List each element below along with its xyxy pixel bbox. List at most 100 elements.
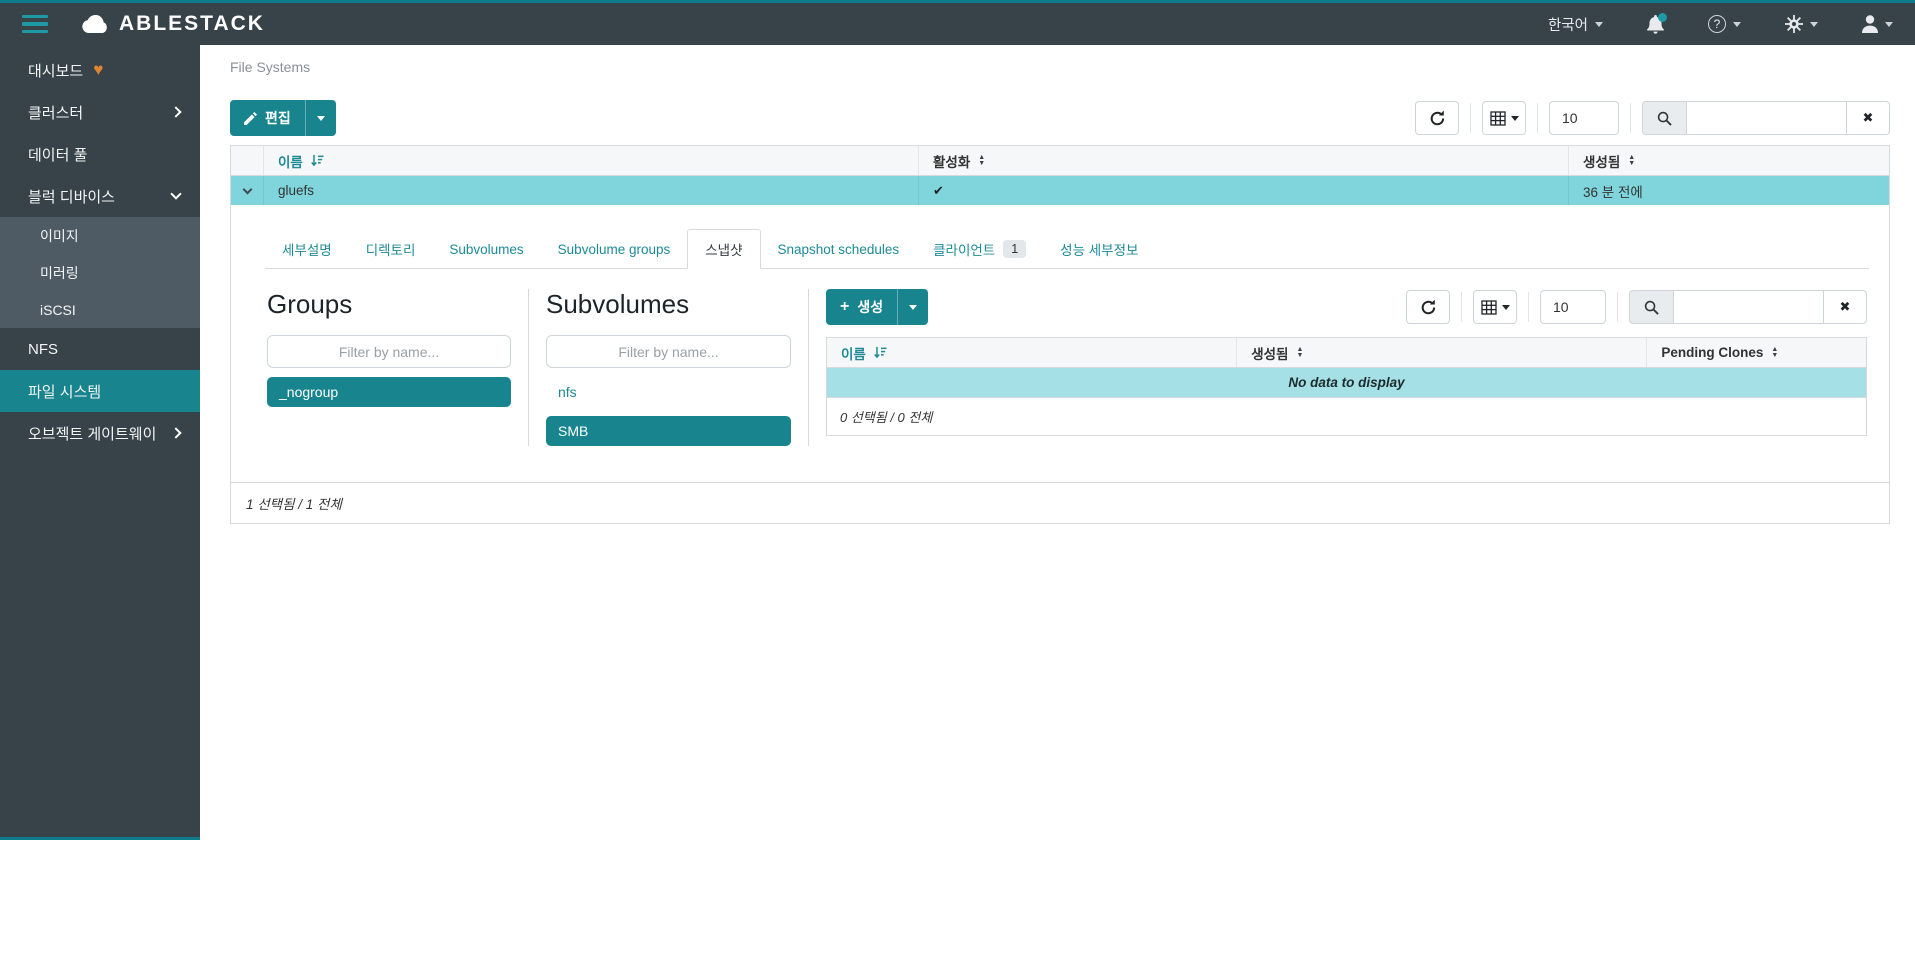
sidebar-item-dashboard[interactable]: 대시보드 ♥ xyxy=(0,49,200,91)
fs-name-value: gluefs xyxy=(278,183,314,198)
tab-label: Subvolumes xyxy=(449,242,523,257)
user-dropdown[interactable] xyxy=(1862,15,1893,33)
refresh-icon xyxy=(1420,299,1437,316)
brand-name: ABLESTACK xyxy=(119,12,265,36)
create-dropdown-caret[interactable] xyxy=(897,289,928,325)
edit-dropdown-caret[interactable] xyxy=(305,100,336,136)
main-content: File Systems 편집 xyxy=(200,45,1915,840)
fs-toolbar: 편집 xyxy=(230,97,1890,139)
empty-state-text: No data to display xyxy=(1288,375,1404,390)
close-icon: ✖ xyxy=(1840,299,1851,315)
chevron-down-icon xyxy=(317,116,325,121)
help-icon: ? xyxy=(1708,15,1726,33)
column-header-created[interactable]: 생성됨 ▲▼ xyxy=(1569,146,1889,175)
sidebar-item-block-devices[interactable]: 블럭 디바이스 xyxy=(0,175,200,217)
search-icon xyxy=(1644,300,1659,315)
sort-icon: ▲▼ xyxy=(978,155,985,166)
expander-header-cell xyxy=(231,146,264,175)
snap-search-input[interactable] xyxy=(1673,290,1823,324)
chevron-right-icon xyxy=(170,106,181,117)
snap-clear-search-button[interactable]: ✖ xyxy=(1823,290,1867,324)
sort-down-glyph: ▼ xyxy=(1628,161,1635,167)
sidebar-item-mirroring[interactable]: 미러링 xyxy=(0,254,200,291)
subvolumes-filter-input[interactable] xyxy=(546,335,791,368)
tab-subvolume-groups[interactable]: Subvolume groups xyxy=(541,229,688,269)
row-expander[interactable] xyxy=(231,176,264,205)
sidebar-item-label: 미러링 xyxy=(40,263,79,283)
group-item-nogroup[interactable]: _nogroup xyxy=(267,377,511,407)
search-addon xyxy=(1642,101,1686,135)
sidebar-item-pools[interactable]: 데이터 풀 xyxy=(0,133,200,175)
subvolume-item-nfs[interactable]: nfs xyxy=(546,377,791,407)
edit-split-button[interactable]: 편집 xyxy=(230,100,336,136)
plus-icon: + xyxy=(840,298,849,316)
health-heartbeat-icon: ♥ xyxy=(93,60,103,80)
snap-column-header-pending-clones[interactable]: Pending Clones ▲▼ xyxy=(1647,338,1866,367)
chevron-down-icon xyxy=(1733,22,1741,27)
column-label: 활성화 xyxy=(933,151,970,171)
tab-label: Subvolume groups xyxy=(558,242,671,257)
tab-directories[interactable]: 디렉토리 xyxy=(349,229,433,269)
tab-subvolumes[interactable]: Subvolumes xyxy=(432,229,540,269)
create-button-label: 생성 xyxy=(857,297,883,317)
notifications-button[interactable] xyxy=(1647,15,1664,34)
tab-clients[interactable]: 클라이언트 1 xyxy=(916,229,1043,269)
tab-label: 성능 세부정보 xyxy=(1060,239,1138,259)
snapshots-table: 이름 생성됨 ▲▼ Pending Clones ▲▼ xyxy=(826,337,1867,436)
help-dropdown[interactable]: ? xyxy=(1708,15,1741,33)
sidebar-item-iscsi[interactable]: iSCSI xyxy=(0,291,200,328)
tab-snapshot-schedules[interactable]: Snapshot schedules xyxy=(761,229,917,269)
create-split-button[interactable]: + 생성 xyxy=(826,289,928,325)
snap-column-header-name[interactable]: 이름 xyxy=(827,338,1237,367)
column-header-active[interactable]: 활성화 ▲▼ xyxy=(919,146,1569,175)
table-grid-icon xyxy=(1481,300,1497,315)
top-navbar: ABLESTACK 한국어 ? xyxy=(0,0,1915,45)
subvolume-item-smb[interactable]: SMB xyxy=(546,416,791,446)
snap-refresh-button[interactable] xyxy=(1406,290,1450,324)
column-label: 이름 xyxy=(278,151,303,171)
settings-dropdown[interactable] xyxy=(1785,15,1818,33)
sidebar-item-label: 클러스터 xyxy=(28,102,83,123)
notification-badge-dot xyxy=(1658,13,1667,22)
sidebar: 대시보드 ♥ 클러스터 데이터 풀 블럭 디바이스 이미지 미러링 iSCSI … xyxy=(0,45,200,840)
tab-performance-details[interactable]: 성능 세부정보 xyxy=(1043,229,1155,269)
clear-search-button[interactable]: ✖ xyxy=(1846,101,1890,135)
column-header-name[interactable]: 이름 xyxy=(264,146,919,175)
snapshot-panels: Groups _nogroup Subvolumes nfs SMB xyxy=(265,269,1869,482)
groups-filter-input[interactable] xyxy=(267,335,511,368)
snap-column-toggle-dropdown[interactable] xyxy=(1473,290,1517,324)
chevron-down-icon xyxy=(1502,305,1510,310)
snap-table-footer: 0 선택됨 / 0 전체 xyxy=(827,397,1866,435)
sidebar-item-object-gateway[interactable]: 오브젝트 게이트웨이 xyxy=(0,412,200,454)
sidebar-item-images[interactable]: 이미지 xyxy=(0,217,200,254)
tab-label: 디렉토리 xyxy=(366,239,416,259)
snapshots-panel: + 생성 xyxy=(809,289,1867,446)
snap-column-header-created[interactable]: 생성됨 ▲▼ xyxy=(1237,338,1647,367)
tab-label: 세부설명 xyxy=(282,239,332,259)
sidebar-item-label: 블럭 디바이스 xyxy=(28,186,115,207)
tab-details[interactable]: 세부설명 xyxy=(265,229,349,269)
sidebar-item-nfs[interactable]: NFS xyxy=(0,328,200,370)
page-size-input[interactable] xyxy=(1549,101,1619,135)
tab-label: Snapshot schedules xyxy=(778,242,900,257)
sidebar-item-filesystems[interactable]: 파일 시스템 xyxy=(0,370,200,412)
language-dropdown[interactable]: 한국어 xyxy=(1548,14,1603,35)
refresh-button[interactable] xyxy=(1415,101,1459,135)
fs-search-group: ✖ xyxy=(1642,101,1890,135)
subvolume-label: SMB xyxy=(558,423,588,439)
snap-page-size-input[interactable] xyxy=(1540,290,1606,324)
column-toggle-dropdown[interactable] xyxy=(1482,101,1526,135)
sort-down-glyph: ▼ xyxy=(1296,353,1303,359)
tab-snapshots[interactable]: 스냅샷 xyxy=(687,229,760,269)
sidebar-item-cluster[interactable]: 클러스터 xyxy=(0,91,200,133)
chevron-down-icon xyxy=(1885,22,1893,27)
snap-table-header: 이름 생성됨 ▲▼ Pending Clones ▲▼ xyxy=(827,338,1866,368)
chevron-right-icon xyxy=(170,427,181,438)
menu-toggle-icon[interactable] xyxy=(22,15,48,34)
sort-icon: ▲▼ xyxy=(1771,347,1778,358)
chevron-down-icon xyxy=(242,184,252,194)
sort-down-glyph: ▼ xyxy=(978,161,985,167)
table-row-gluefs[interactable]: gluefs ✔ 36 분 전에 xyxy=(231,176,1889,205)
search-input[interactable] xyxy=(1686,101,1846,135)
language-label: 한국어 xyxy=(1548,14,1588,35)
